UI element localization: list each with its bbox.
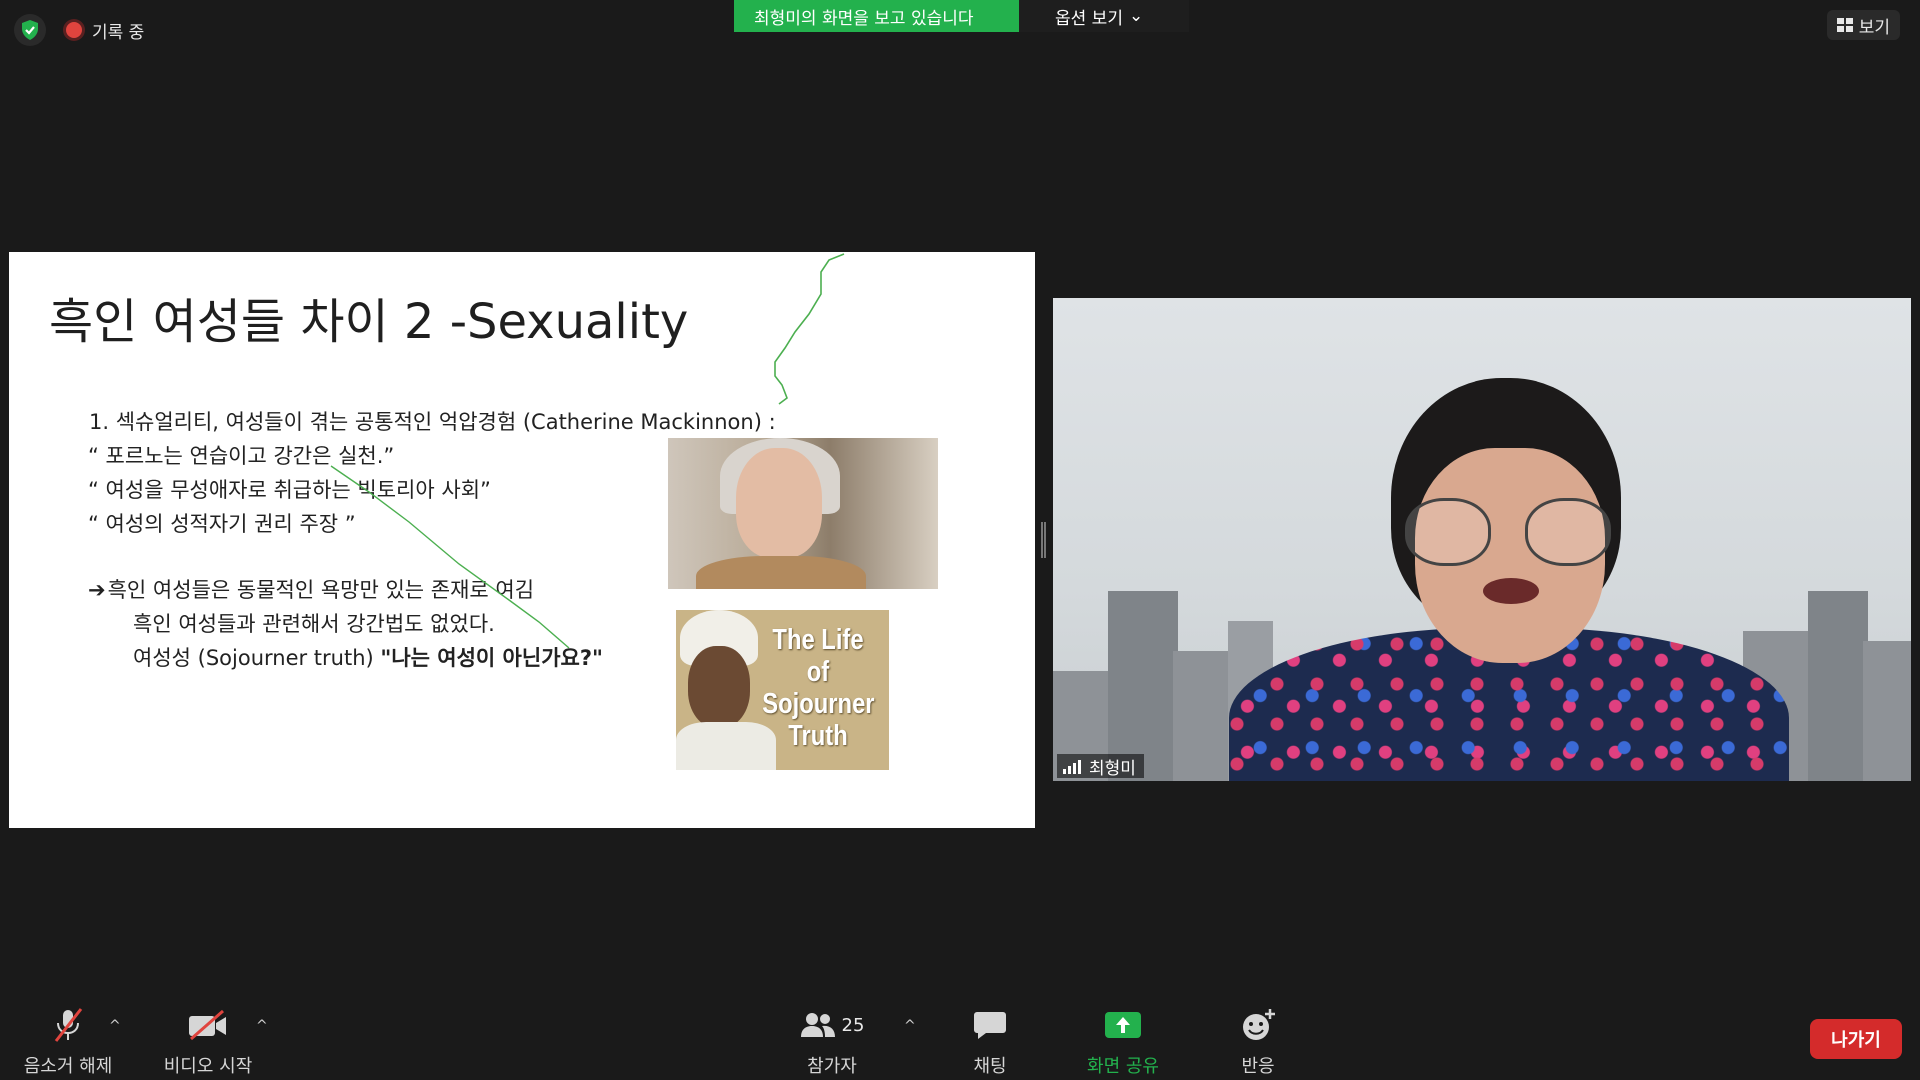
share-banner-label: 최형미의 화면을 보고 있습니다	[734, 0, 1019, 32]
video-camera-off-icon	[189, 1009, 226, 1041]
participants-label: 참가자	[807, 1056, 857, 1077]
slide-line-7-text: 여성성 (Sojourner truth)	[133, 646, 381, 670]
catherine-mackinnon-photo	[668, 438, 938, 589]
slide-line-4: “ 여성의 성적자기 권리 주장 ”	[88, 512, 356, 536]
slide-line-6: 흑인 여성들과 관련해서 강간법도 없었다.	[133, 612, 495, 636]
chat-button[interactable]: 채팅	[930, 1000, 1050, 1078]
emoji-add-icon	[1243, 1009, 1275, 1040]
shared-screen-slide[interactable]: 흑인 여성들 차이 2 -Sexuality 1. 섹슈얼리티, 여성들이 겪는…	[9, 252, 1035, 828]
grid-view-icon	[1836, 18, 1853, 32]
signal-strength-icon	[1063, 758, 1081, 774]
share-screen-label: 화면 공유	[1087, 1056, 1159, 1077]
glasses-right	[1525, 498, 1611, 566]
slide-line-2: “ 포르노는 연습이고 강간은 실천.”	[88, 444, 395, 468]
security-shield-icon[interactable]	[14, 14, 46, 46]
view-button-label: 보기	[1858, 17, 1890, 38]
slide-line-7: 여성성 (Sojourner truth) "나는 여성이 아닌가요?"	[133, 642, 603, 672]
recording-label: 기록 중	[92, 22, 145, 43]
unmute-label: 음소거 해제	[23, 1056, 113, 1077]
participant-name-tag: 최형미	[1057, 754, 1144, 779]
reactions-button[interactable]: 반응	[1198, 1000, 1318, 1078]
participants-button[interactable]: 25 참가자	[772, 1000, 892, 1078]
glasses-left	[1405, 498, 1491, 566]
participant-video-tile[interactable]: 최형미	[1053, 298, 1911, 781]
view-button[interactable]: 보기	[1826, 10, 1900, 40]
view-options-button[interactable]: 옵션 보기 ⌄	[1019, 0, 1189, 32]
chevron-down-icon: ⌄	[1128, 6, 1144, 26]
slide-line-1: 1. 섹슈얼리티, 여성들이 겪는 공통적인 억압경험 (Catherine M…	[89, 410, 776, 434]
slide-title: 흑인 여성들 차이 2 -Sexuality	[49, 294, 689, 350]
reactions-label: 반응	[1241, 1056, 1275, 1077]
chat-label: 채팅	[973, 1056, 1007, 1077]
chat-bubble-icon	[974, 1012, 1006, 1039]
sojourner-truth-caption: The Life of Sojourner Truth	[762, 624, 875, 752]
start-video-button[interactable]: 비디오 시작	[148, 1000, 268, 1078]
participant-name: 최형미	[1089, 758, 1136, 779]
share-screen-icon	[1105, 1012, 1141, 1038]
share-screen-button[interactable]: 화면 공유	[1063, 1000, 1183, 1078]
participants-options-caret[interactable]: ^	[904, 1018, 916, 1034]
start-video-label: 비디오 시작	[163, 1056, 253, 1077]
leave-button[interactable]: 나가기	[1810, 1019, 1902, 1059]
audio-options-caret[interactable]: ^	[109, 1018, 121, 1034]
recording-indicator[interactable]: 기록 중	[66, 16, 144, 44]
unmute-button[interactable]: 음소거 해제	[8, 1000, 128, 1078]
microphone-muted-icon	[54, 1008, 83, 1042]
participants-icon	[800, 1013, 835, 1037]
video-options-caret[interactable]: ^	[256, 1018, 268, 1034]
speaker-mouth	[1483, 578, 1539, 604]
participants-count: 25	[841, 1014, 865, 1036]
screen-share-banner: 최형미의 화면을 보고 있습니다 옵션 보기 ⌄	[734, 0, 1189, 32]
slide-quote-bold: "나는 여성이 아닌가요?"	[380, 646, 603, 670]
slide-line-3: “ 여성을 무성애자로 취급하는 빅토리아 사회”	[88, 478, 491, 502]
arrow-right-icon: ➔	[88, 578, 106, 602]
resize-handle[interactable]	[1041, 522, 1046, 558]
view-options-label: 옵션 보기	[1055, 8, 1123, 29]
slide-line-5-text: 흑인 여성들은 동물적인 욕망만 있는 존재로 여김	[107, 578, 535, 602]
recording-dot-icon	[66, 22, 82, 38]
sojourner-truth-image: The Life of Sojourner Truth	[676, 610, 889, 770]
slide-line-5: ➔흑인 여성들은 동물적인 욕망만 있는 존재로 여김	[88, 574, 534, 604]
